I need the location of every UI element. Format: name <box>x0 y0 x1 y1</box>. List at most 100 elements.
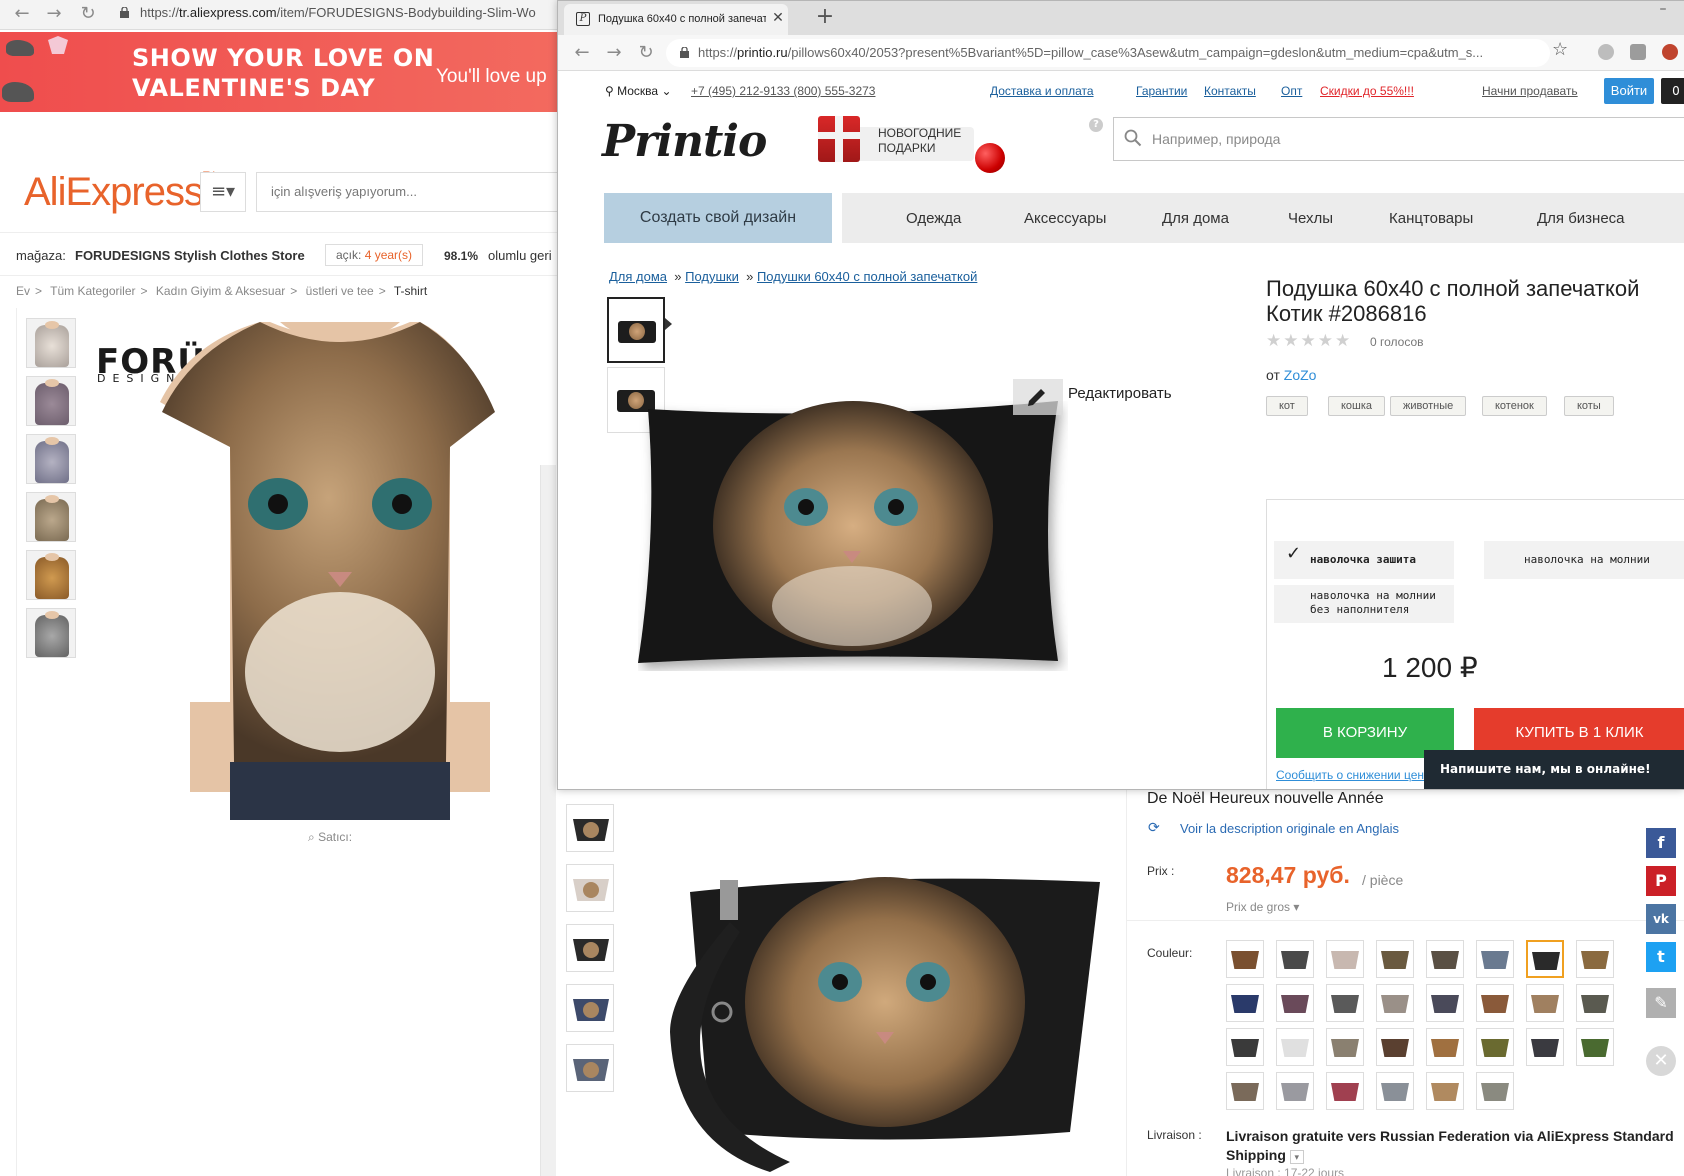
delivery-link[interactable]: Доставка и оплата <box>990 84 1094 98</box>
color-swatch[interactable] <box>1476 1072 1514 1110</box>
guarantee-link[interactable]: Гарантии <box>1136 84 1187 98</box>
color-swatch[interactable] <box>1376 940 1414 978</box>
nav-item-accessories[interactable]: Аксессуары <box>1024 210 1106 227</box>
cat-tshirt-model-image[interactable] <box>150 322 530 820</box>
cat-pouch-image[interactable] <box>650 872 1100 1172</box>
create-design-button[interactable]: Создать свой дизайн <box>604 193 832 243</box>
printio-logo[interactable]: Printio <box>602 116 767 167</box>
color-swatch[interactable] <box>1226 1072 1264 1110</box>
wholesale-dropdown[interactable]: Prix de gros ▾ <box>1226 900 1299 914</box>
url-input[interactable]: https://printio.ru/pillows60x40/2053?pre… <box>666 39 1550 67</box>
valentine-banner[interactable]: SHOW YOUR LOVE ON VALENTINE'S DAY You'll… <box>0 32 560 112</box>
tag-chip[interactable]: кошка <box>1328 396 1386 416</box>
tag-chip[interactable]: котенок <box>1482 396 1547 416</box>
pouch-thumbnail[interactable] <box>566 804 614 852</box>
twitter-share-icon[interactable]: t <box>1646 942 1676 972</box>
pillow-thumbnail-selected[interactable] <box>607 297 665 363</box>
breadcrumb-item[interactable]: Подушки <box>685 269 739 284</box>
color-swatch[interactable] <box>1226 940 1264 978</box>
forward-arrow-icon[interactable]: → <box>602 41 626 65</box>
help-icon[interactable]: ? <box>1089 118 1103 132</box>
color-swatch[interactable] <box>1276 984 1314 1022</box>
color-swatch[interactable] <box>1426 1072 1464 1110</box>
cat-pillow-image[interactable] <box>638 401 1068 671</box>
reload-icon[interactable]: ↻ <box>634 41 658 65</box>
tag-chip[interactable]: кот <box>1266 396 1308 416</box>
color-swatch[interactable] <box>1326 1028 1364 1066</box>
city-selector[interactable]: ⚲ Москва ⌄ <box>605 84 672 98</box>
breadcrumb-item[interactable]: Подушки 60x40 с полной запечаткой <box>757 269 977 284</box>
nav-item-cases[interactable]: Чехлы <box>1288 210 1333 227</box>
pouch-thumbnail-selected[interactable] <box>566 924 614 972</box>
start-selling-link[interactable]: Начни продавать <box>1482 84 1578 98</box>
back-arrow-icon[interactable]: ← <box>10 2 34 26</box>
aliexpress-search-input[interactable]: için alışveriş yapıyorum... <box>256 172 560 212</box>
reload-icon[interactable]: ↻ <box>76 2 100 26</box>
chevron-down-icon[interactable]: ▾ <box>1289 1150 1304 1164</box>
phone-numbers[interactable]: +7 (495) 212-9133 (800) 555-3273 <box>691 84 875 98</box>
nav-item-clothes[interactable]: Одежда <box>906 210 961 227</box>
forward-arrow-icon[interactable]: → <box>42 2 66 26</box>
search-input[interactable]: Например, природа <box>1113 117 1684 161</box>
wholesale-link[interactable]: Опт <box>1281 84 1302 98</box>
login-button[interactable]: Войти <box>1604 78 1654 104</box>
color-swatch[interactable] <box>1276 1072 1314 1110</box>
tag-chip[interactable]: животные <box>1390 396 1467 416</box>
back-arrow-icon[interactable]: ← <box>570 41 594 65</box>
color-swatch[interactable] <box>1526 984 1564 1022</box>
nav-item-home[interactable]: Для дома <box>1162 210 1229 227</box>
option-zipper-no-filling[interactable]: наволочка на молнии без наполнителя <box>1274 585 1454 623</box>
close-tab-icon[interactable]: ✕ <box>770 10 786 26</box>
edit-share-icon[interactable]: ✎ <box>1646 988 1676 1018</box>
color-swatch[interactable] <box>1426 940 1464 978</box>
pouch-thumbnail[interactable] <box>566 984 614 1032</box>
color-swatch[interactable] <box>1476 1028 1514 1066</box>
product-thumbnail[interactable] <box>26 492 76 542</box>
aliexpress-logo[interactable]: AliExpressTM <box>24 170 215 215</box>
color-swatch[interactable] <box>1576 984 1614 1022</box>
color-swatch[interactable] <box>1276 1028 1314 1066</box>
edit-button[interactable] <box>1013 379 1063 415</box>
color-swatch[interactable] <box>1326 1072 1364 1110</box>
rating-stars[interactable]: ★★★★★ <box>1266 331 1352 351</box>
product-thumbnail[interactable] <box>26 608 76 658</box>
vk-share-icon[interactable]: vk <box>1646 904 1676 934</box>
category-menu-button[interactable]: ≡▾ <box>200 172 246 212</box>
color-swatch[interactable] <box>1376 1072 1414 1110</box>
bookmark-star-icon[interactable]: ☆ <box>1552 39 1568 60</box>
color-swatch[interactable] <box>1326 940 1364 978</box>
breadcrumb-item[interactable]: T-shirt <box>394 284 427 298</box>
price-drop-link[interactable]: Сообщить о снижении цены <box>1276 768 1433 782</box>
color-swatch-selected[interactable] <box>1526 940 1564 978</box>
minimize-icon[interactable]: – <box>1650 1 1676 17</box>
cart-icon[interactable]: 0 <box>1661 78 1684 104</box>
breadcrumb-item[interactable]: Ev <box>16 284 30 298</box>
browser-tab[interactable]: P Подушка 60x40 с полной запечатк ✕ <box>564 4 788 35</box>
color-swatch[interactable] <box>1226 1028 1264 1066</box>
product-thumbnail[interactable] <box>26 318 76 368</box>
color-swatch[interactable] <box>1476 984 1514 1022</box>
original-description-link[interactable]: Voir la description originale en Anglais <box>1180 821 1399 836</box>
option-sewn-case[interactable]: ✓ наволочка зашита <box>1274 541 1454 579</box>
color-swatch[interactable] <box>1226 984 1264 1022</box>
color-swatch[interactable] <box>1276 940 1314 978</box>
contacts-link[interactable]: Контакты <box>1204 84 1256 98</box>
breadcrumb-item[interactable]: Для дома <box>609 269 667 284</box>
chat-widget[interactable]: Напишите нам, мы в онлайне! <box>1424 750 1684 789</box>
color-swatch[interactable] <box>1376 984 1414 1022</box>
color-swatch[interactable] <box>1476 940 1514 978</box>
product-thumbnail[interactable] <box>26 376 76 426</box>
product-thumbnail[interactable] <box>26 434 76 484</box>
nav-item-business[interactable]: Для бизнеса <box>1537 210 1625 227</box>
author-link[interactable]: ZoZo <box>1284 367 1317 383</box>
color-swatch[interactable] <box>1576 940 1614 978</box>
sale-link[interactable]: Скидки до 55%!!! <box>1320 84 1414 98</box>
option-zipper-case[interactable]: наволочка на молнии <box>1484 541 1684 579</box>
tag-chip[interactable]: коты <box>1564 396 1614 416</box>
extension-icon[interactable] <box>1598 44 1614 60</box>
new-tab-icon[interactable]: + <box>812 4 838 30</box>
close-icon[interactable]: ✕ <box>1646 1046 1676 1076</box>
aliexpress-url[interactable]: https://tr.aliexpress.com/item/FORUDESIG… <box>140 5 536 20</box>
extension-icon[interactable] <box>1662 44 1678 60</box>
color-swatch[interactable] <box>1576 1028 1614 1066</box>
